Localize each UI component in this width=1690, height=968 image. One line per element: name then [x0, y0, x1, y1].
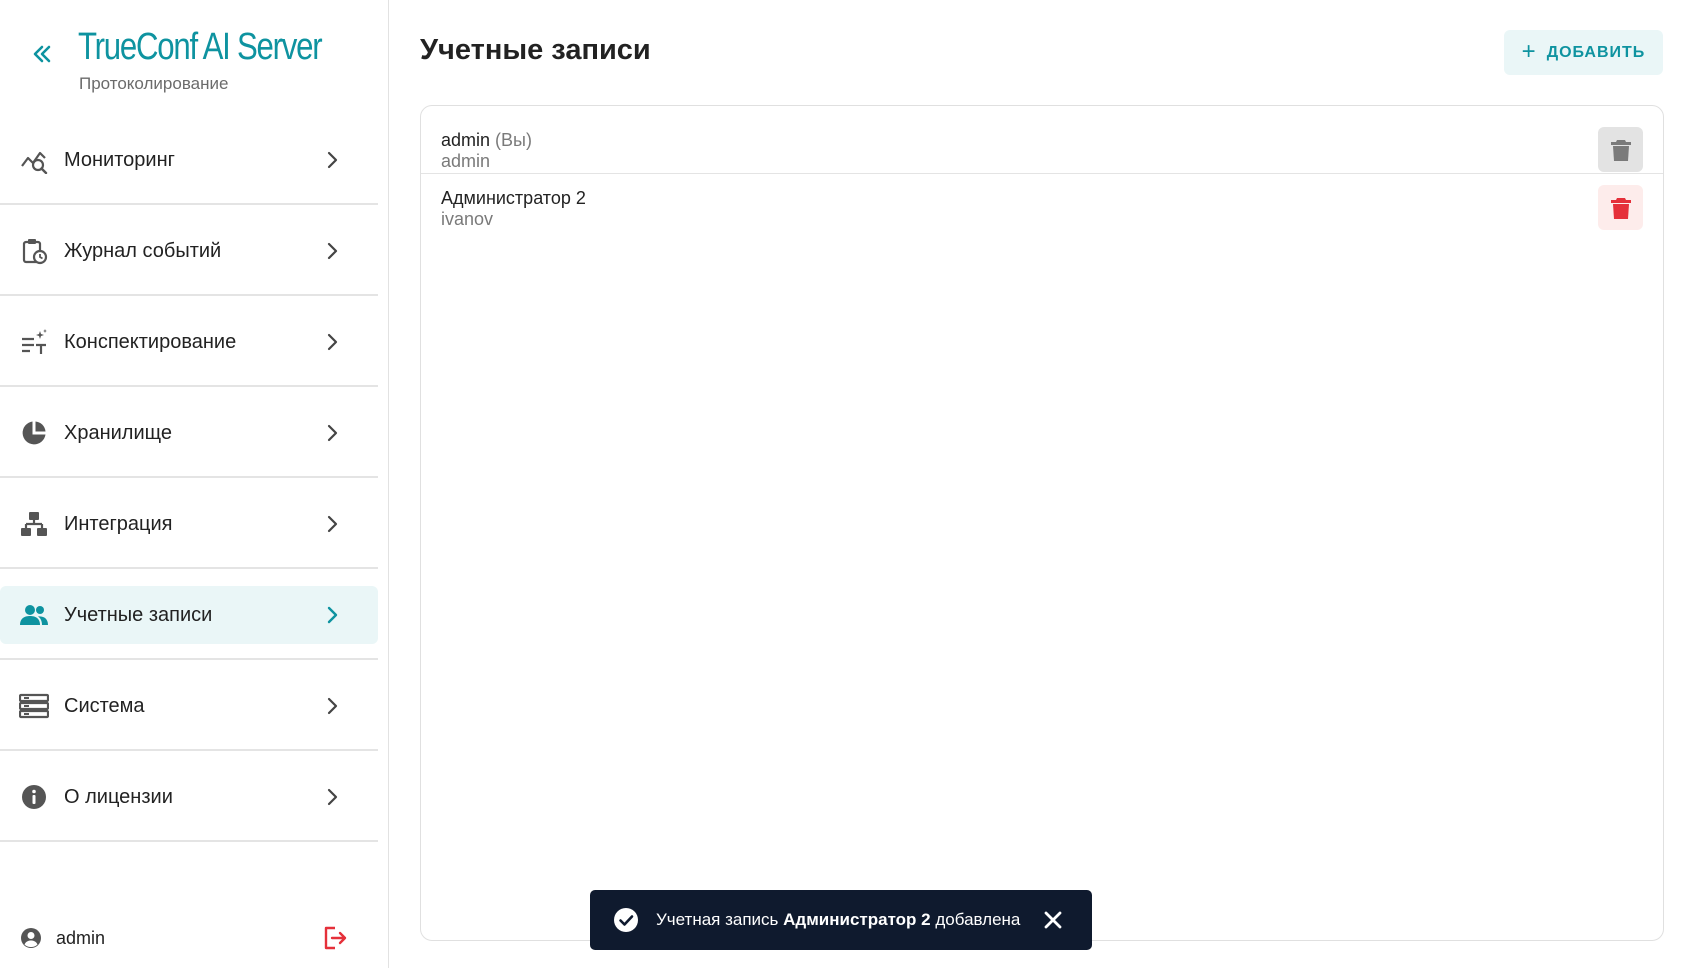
monitoring-chart-icon [19, 145, 49, 175]
trash-icon [1610, 139, 1631, 161]
sidebar-item-monitoring[interactable]: Мониторинг [0, 114, 378, 205]
sidebar-item-license[interactable]: О лицензии [0, 751, 378, 842]
sidebar: TrueConf AI Server Протоколирование Мони… [0, 0, 389, 968]
toast-text-prefix: Учетная запись [656, 910, 784, 929]
sidebar-item-accounts[interactable]: Учетные записи [0, 569, 378, 660]
storage-pie-icon [19, 418, 49, 448]
chevron-right-icon [320, 239, 344, 263]
toast-account-name: Администратор 2 [783, 910, 931, 929]
users-icon [19, 600, 49, 630]
account-login: ivanov [441, 209, 494, 229]
sidebar-item-system[interactable]: Система [0, 660, 378, 751]
sidebar-item-label: Конспектирование [64, 330, 237, 353]
collapse-sidebar-button[interactable] [28, 40, 56, 68]
accounts-list: admin (Вы) admin Администратор 2 ivanov [420, 105, 1664, 941]
system-server-icon [19, 691, 49, 721]
sidebar-item-label: О лицензии [64, 785, 173, 808]
logout-icon [324, 926, 347, 950]
current-user-name: admin [56, 927, 106, 948]
chevron-right-icon [320, 694, 344, 718]
user-footer: admin [0, 918, 378, 958]
chevron-right-icon [320, 421, 344, 445]
account-display-name: Администратор 2 [441, 188, 586, 208]
current-user-marker: (Вы) [495, 130, 532, 150]
chevron-right-icon [320, 148, 344, 172]
check-circle-icon [612, 906, 640, 934]
trash-icon [1610, 197, 1631, 219]
chevron-right-icon [320, 603, 344, 627]
sidebar-nav: Мониторинг Журнал событий Конспектирован… [0, 114, 378, 842]
sidebar-item-label: Интеграция [64, 512, 173, 535]
close-icon [1044, 911, 1062, 929]
toast-message: Учетная запись Администратор 2 добавлена [656, 910, 1020, 930]
account-row[interactable]: Администратор 2 ivanov [421, 174, 1663, 242]
brand-subtitle: Протоколирование [79, 74, 229, 93]
sidebar-item-event-log[interactable]: Журнал событий [0, 205, 378, 296]
page-title: Учетные записи [420, 34, 651, 66]
toast-close-button[interactable] [1040, 907, 1066, 933]
delete-account-button[interactable] [1598, 185, 1643, 230]
chevron-right-icon [320, 785, 344, 809]
chevron-right-icon [320, 512, 344, 536]
brand-header: TrueConf AI Server Протоколирование [0, 22, 389, 102]
account-row[interactable]: admin (Вы) admin [421, 106, 1663, 174]
double-chevron-left-icon [33, 45, 51, 63]
integration-hierarchy-icon [19, 509, 49, 539]
sidebar-item-storage[interactable]: Хранилище [0, 387, 378, 478]
plus-icon: + [1521, 37, 1537, 65]
toast-text-suffix: добавлена [930, 910, 1021, 929]
add-account-button[interactable]: + ДОБАВИТЬ [1504, 30, 1663, 75]
info-icon [19, 782, 49, 812]
event-log-clipboard-icon [19, 236, 49, 266]
sidebar-item-summary[interactable]: Конспектирование [0, 296, 378, 387]
account-display-name: admin (Вы) [441, 130, 532, 151]
add-button-label: ДОБАВИТЬ [1546, 43, 1646, 61]
account-name-text: admin [441, 130, 491, 150]
success-toast: Учетная запись Администратор 2 добавлена [590, 890, 1092, 950]
chevron-right-icon [320, 330, 344, 354]
sidebar-item-integration[interactable]: Интеграция [0, 478, 378, 569]
user-avatar-icon [19, 926, 43, 950]
sidebar-item-label: Система [64, 694, 145, 717]
sidebar-item-label: Хранилище [64, 421, 172, 444]
sidebar-item-label: Журнал событий [64, 239, 222, 262]
summary-text-icon [19, 327, 49, 357]
sidebar-item-label: Мониторинг [64, 148, 175, 171]
brand-logo-text: TrueConf AI Server [78, 26, 323, 68]
sidebar-item-label: Учетные записи [64, 603, 213, 626]
logout-button[interactable] [320, 923, 350, 953]
delete-account-button-disabled [1598, 127, 1643, 172]
account-login: admin [441, 151, 491, 171]
